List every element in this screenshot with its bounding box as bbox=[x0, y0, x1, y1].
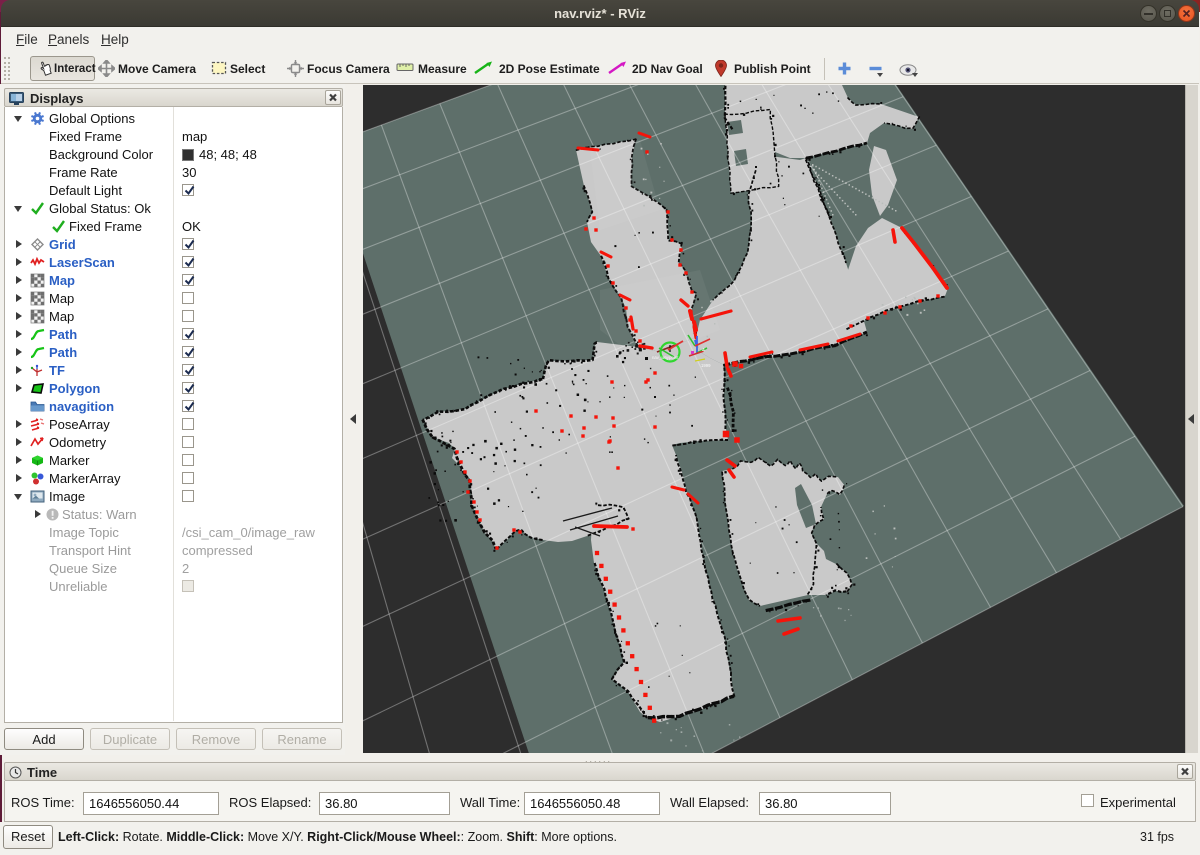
svg-text:nav_waypoint: nav_waypoint bbox=[652, 355, 679, 360]
svg-text:1999: 1999 bbox=[701, 363, 711, 368]
svg-text:4: 4 bbox=[702, 348, 705, 354]
